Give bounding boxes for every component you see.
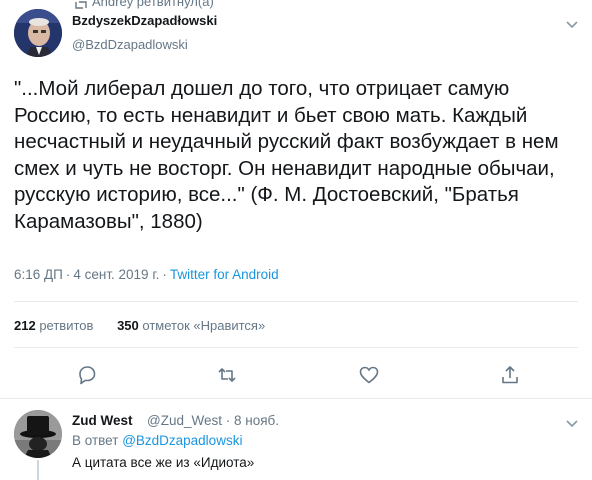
likes-stat[interactable]: 350 отметок «Нравится» bbox=[117, 318, 265, 333]
reply-author-handle[interactable]: @Zud_West bbox=[147, 413, 222, 428]
tweet-source-link[interactable]: Twitter for Android bbox=[170, 267, 279, 282]
reply-date[interactable]: 8 нояб. bbox=[234, 413, 279, 428]
reply-to-prefix: В ответ bbox=[72, 433, 119, 448]
author-avatar[interactable] bbox=[14, 9, 62, 57]
tweet-stats: 212 ретвитов 350 отметок «Нравится» bbox=[14, 318, 285, 333]
tweet-date[interactable]: 4 сент. 2019 г. bbox=[73, 267, 159, 282]
tweet-actions bbox=[0, 364, 592, 388]
retweet-icon[interactable] bbox=[216, 364, 238, 386]
retweet-banner[interactable]: Andrey ретвитнул(а) bbox=[74, 0, 214, 9]
divider bbox=[14, 301, 578, 302]
tweet-text: "...Мой либерал дошел до того, что отриц… bbox=[14, 77, 559, 233]
retweet-banner-text: Andrey ретвитнул(а) bbox=[92, 0, 214, 9]
chevron-down-icon[interactable] bbox=[565, 416, 579, 428]
reply-author-name[interactable]: Zud West bbox=[72, 413, 133, 428]
divider bbox=[0, 398, 592, 399]
retweets-count: 212 bbox=[14, 318, 36, 333]
reply-author-avatar[interactable] bbox=[14, 410, 62, 458]
author-handle[interactable]: @BzdDzapadlowski bbox=[72, 37, 188, 52]
reply-to-handle-link[interactable]: @BzdDzapadlowski bbox=[122, 433, 242, 448]
chevron-down-icon[interactable] bbox=[565, 17, 579, 29]
reply-icon[interactable] bbox=[76, 364, 98, 386]
retweets-stat[interactable]: 212 ретвитов bbox=[14, 318, 93, 333]
author-name[interactable]: BzdyszekDzapadłowski bbox=[72, 13, 217, 28]
reply-to-line: В ответ @BzdDzapadlowski bbox=[72, 433, 242, 448]
share-icon[interactable] bbox=[499, 364, 521, 386]
tweet-time[interactable]: 6:16 ДП bbox=[14, 267, 63, 282]
tweet-meta: 6:16 ДП · 4 сент. 2019 г. · Twitter for Andr… bbox=[14, 267, 279, 282]
reply-text: А цитата все же из «Идиота» bbox=[72, 455, 255, 470]
reply-meta: @Zud_West · 8 нояб. bbox=[147, 413, 279, 428]
divider bbox=[14, 347, 578, 348]
likes-count: 350 bbox=[117, 318, 139, 333]
retweets-label: ретвитов bbox=[39, 318, 94, 333]
retweet-icon bbox=[74, 0, 88, 9]
heart-icon[interactable] bbox=[358, 364, 380, 386]
likes-label: отметок «Нравится» bbox=[142, 318, 266, 333]
thread-line bbox=[37, 460, 39, 480]
